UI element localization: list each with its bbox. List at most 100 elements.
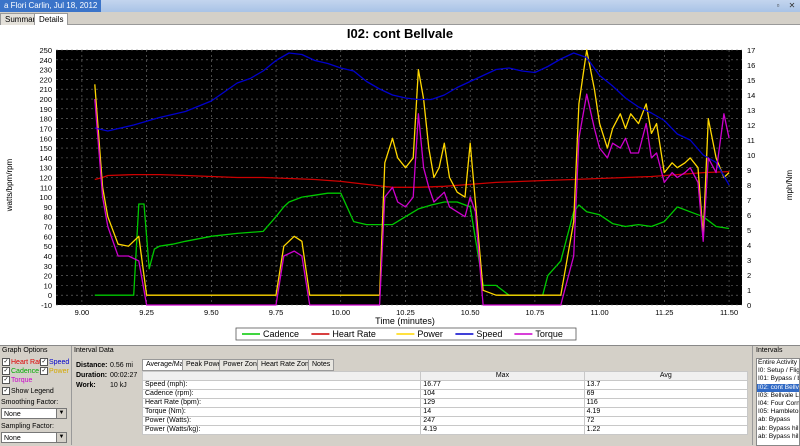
option-power[interactable]: ✓ Power [40, 367, 69, 375]
list-item[interactable]: I05: Hambletoni [757, 408, 799, 416]
y-tick-left: 230 [39, 66, 52, 75]
tab-notes[interactable]: Notes [308, 359, 335, 371]
sampling-label: Sampling Factor: [1, 423, 54, 430]
work-value: 10 kJ [110, 382, 127, 389]
smoothing-select[interactable]: None ▼ [1, 408, 67, 419]
table-row: Torque (Nm): 14 4.19 [141, 407, 749, 417]
sampling-select[interactable]: None ▼ [1, 432, 67, 443]
intervals-title: Intervals [756, 347, 783, 354]
legend-label-heart-rate: Heart Rate [332, 329, 376, 339]
list-item[interactable]: ab: Bypass hill 2 [757, 433, 799, 441]
row-label: Cadence (rpm): [141, 389, 422, 399]
x-tick: 11.50 [720, 308, 738, 317]
y-tick-left: 240 [39, 56, 52, 65]
y-tick-left: 120 [39, 174, 52, 183]
list-item-selected[interactable]: I02: cont Bellva [757, 383, 799, 392]
duration-label: Duration: [76, 372, 108, 379]
y-tick-left: 40 [44, 252, 52, 261]
y-tick-right: 16 [747, 61, 755, 70]
max-value: 104 [420, 389, 585, 399]
chart-title: I02: cont Bellvale [347, 26, 453, 41]
stats-table: Max Avg Speed (mph): 16.77 13.7 Cadence … [141, 371, 749, 435]
y-tick-left: 100 [39, 193, 52, 202]
y-tick-left: 50 [44, 242, 52, 251]
row-label: Speed (mph): [141, 380, 422, 390]
option-cadence[interactable]: ✓ Cadence [2, 367, 39, 375]
interval-data-title: Interval Data [74, 347, 114, 354]
close-icon[interactable]: ✕ [787, 1, 797, 11]
y-tick-left: 140 [39, 154, 52, 163]
avg-value: 4.19 [583, 407, 749, 417]
list-item[interactable]: I03: Bellvale Lak [757, 392, 799, 400]
ride-chart-panel: I02: cont Bellvale -10 0 10 20 30 40 50 60 70 80 9… [0, 25, 800, 345]
y-tick-left: 150 [39, 144, 52, 153]
table-header-row: Max Avg [141, 371, 749, 381]
window-icon-button[interactable]: ▫ [773, 1, 783, 11]
y-tick-right: 13 [747, 106, 755, 115]
y-tick-left: 90 [44, 203, 52, 212]
y-tick-right: 14 [747, 91, 755, 100]
y-tick-right: 9 [747, 166, 751, 175]
checkbox-icon[interactable]: ✓ [40, 358, 48, 366]
y-tick-left: 210 [39, 85, 52, 94]
max-value: 4.19 [420, 425, 585, 435]
option-torque[interactable]: ✓ Torque [2, 376, 32, 384]
x-tick: 9.50 [204, 308, 219, 317]
list-item[interactable]: I01: Bypass / bc [757, 375, 799, 383]
chevron-down-icon[interactable]: ▼ [56, 409, 66, 418]
list-item[interactable]: Entire Activity [757, 359, 799, 367]
list-item[interactable]: ab: Bypass [757, 416, 799, 424]
y-tick-left: 30 [44, 262, 52, 271]
table-row: Power (Watts/kg): 4.19 1.22 [141, 425, 749, 435]
y-tick-right: 5 [747, 226, 751, 235]
legend-label-power: Power [417, 329, 443, 339]
lower-panel: Graph Options ✓ Heart Rate ✓ Speed ✓ Cadenc… [0, 345, 800, 446]
y-tick-left: 220 [39, 75, 52, 84]
option-show-legend[interactable]: ✓ Show Legend [2, 387, 54, 395]
avg-value: 69 [583, 389, 749, 399]
column-header: Max [420, 371, 585, 381]
x-tick: 10.50 [461, 308, 480, 317]
checkbox-icon[interactable]: ✓ [2, 358, 10, 366]
legend-label-speed: Speed [476, 329, 502, 339]
distance-label: Distance: [76, 362, 108, 369]
option-speed[interactable]: ✓ Speed [40, 358, 69, 366]
y-axis-right-label: mph/Nm [785, 170, 794, 201]
y-tick-right: 15 [747, 76, 755, 85]
tab-details[interactable]: Details [34, 13, 69, 25]
list-item[interactable]: ab: Bypass hill 1 [757, 425, 799, 433]
list-item[interactable]: I04: Four Corne [757, 400, 799, 408]
table-row: Cadence (rpm): 104 69 [141, 389, 749, 399]
y-tick-right: 4 [747, 241, 751, 250]
list-item[interactable]: I0: Setup / Fligh [757, 367, 799, 375]
avg-value: 13.7 [583, 380, 749, 390]
checkbox-icon[interactable]: ✓ [2, 376, 10, 384]
chevron-down-icon[interactable]: ▼ [56, 433, 66, 442]
y-tick-left: 10 [44, 281, 52, 290]
graph-options-title: Graph Options [2, 347, 48, 354]
duration-value: 00:02:27 [110, 372, 138, 379]
graph-options-panel: Graph Options ✓ Heart Rate ✓ Speed ✓ Cadenc… [0, 346, 72, 445]
x-tick: 11.25 [655, 308, 673, 317]
y-tick-left: 200 [39, 95, 52, 104]
checkbox-icon[interactable]: ✓ [2, 367, 10, 375]
option-heart-rate[interactable]: ✓ Heart Rate [2, 358, 45, 366]
table-row: Power (Watts): 247 72 [141, 416, 749, 426]
row-label: Torque (Nm): [141, 407, 422, 417]
x-tick: 9.00 [75, 308, 90, 317]
y-tick-right: 7 [747, 196, 751, 205]
legend-label-torque: Torque [535, 329, 563, 339]
y-tick-left: 180 [39, 115, 52, 124]
x-tick: 10.00 [331, 308, 350, 317]
y-tick-right: 11 [747, 136, 755, 145]
y-tick-left: 160 [39, 134, 52, 143]
column-header: Avg [583, 371, 749, 381]
checkbox-icon[interactable]: ✓ [40, 367, 48, 375]
y-tick-left: 80 [44, 213, 52, 222]
y-tick-right: 17 [747, 46, 755, 55]
table-row: Heart Rate (bpm): 129 116 [141, 398, 749, 408]
avg-value: 116 [583, 398, 749, 408]
y-tick-left: 70 [44, 223, 52, 232]
checkbox-icon[interactable]: ✓ [2, 387, 10, 395]
x-tick: 9.25 [139, 308, 154, 317]
